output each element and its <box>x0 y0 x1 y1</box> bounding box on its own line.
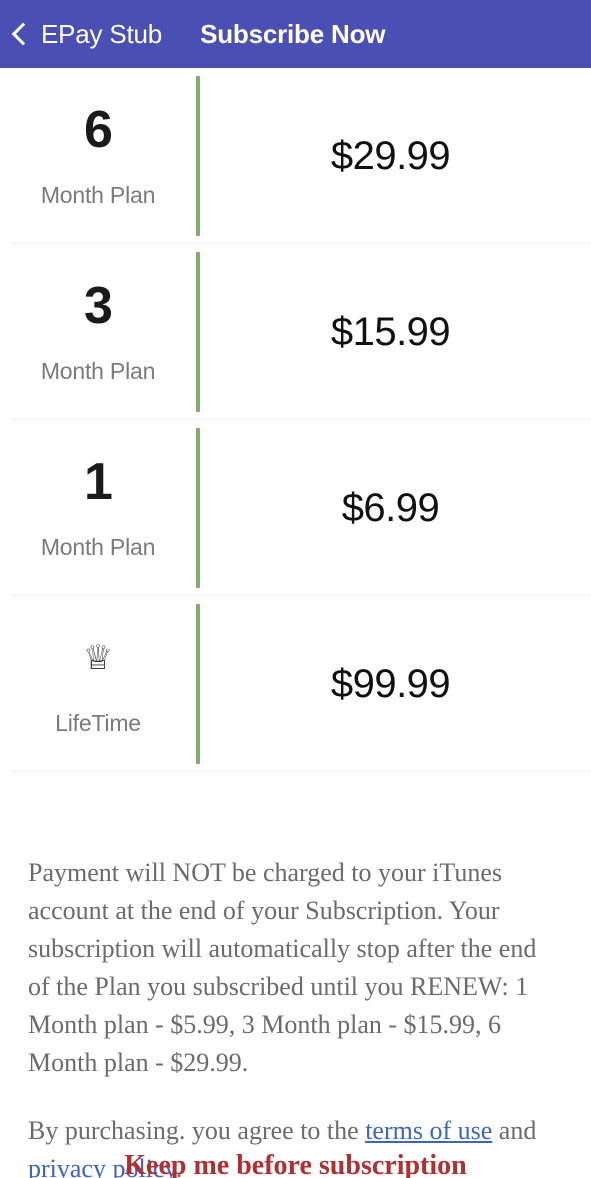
plan-unit: Month Plan <box>40 533 156 560</box>
chevron-left-icon <box>11 22 35 46</box>
page-title: Subscribe Now <box>200 18 386 49</box>
plan-label-group: 1 Month Plan <box>0 456 196 561</box>
plan-row[interactable]: 1 Month Plan $6.99 <box>0 420 591 596</box>
plan-unit: LifeTime <box>55 709 141 736</box>
plan-price: $6.99 <box>341 485 440 530</box>
consent-middle: and <box>492 1116 537 1145</box>
bottom-notice: Keep me before subscription <box>0 1154 591 1178</box>
plan-label-group: 3 Month Plan <box>0 280 196 385</box>
plan-price: $29.99 <box>330 133 451 178</box>
plan-price-group: $6.99 <box>200 486 591 531</box>
consent-prefix: By purchasing. you agree to the <box>28 1116 366 1145</box>
plan-unit: Month Plan <box>40 181 156 208</box>
plan-duration: 6 <box>84 100 113 159</box>
back-button[interactable]: EPay Stub <box>0 0 162 68</box>
legal-section: Payment will NOT be charged to your iTun… <box>0 822 591 1178</box>
plan-price-group: $15.99 <box>200 310 591 355</box>
subscribe-screen: EPay Stub Subscribe Now 6 Month Plan $29… <box>0 0 591 1178</box>
plan-list: 6 Month Plan $29.99 3 Month Plan $15.99 … <box>0 68 591 772</box>
app-header: EPay Stub Subscribe Now <box>0 0 591 68</box>
plan-unit: Month Plan <box>40 357 156 384</box>
plan-price: $99.99 <box>330 661 451 706</box>
plan-price-group: $29.99 <box>200 134 591 179</box>
plan-row[interactable]: 6 Month Plan $29.99 <box>0 68 591 244</box>
plan-row[interactable]: 3 Month Plan $15.99 <box>0 244 591 420</box>
plan-label-group: ♕ LifeTime <box>0 632 196 737</box>
payment-disclaimer: Payment will NOT be charged to your iTun… <box>28 858 537 1077</box>
crown-icon: ♕ <box>82 638 114 677</box>
plan-label-group: 6 Month Plan <box>0 104 196 209</box>
plan-row[interactable]: ♕ LifeTime $99.99 <box>0 596 591 772</box>
bottom-notice-text: Keep me before subscription <box>124 1154 467 1178</box>
terms-of-use-link[interactable]: terms of use <box>365 1116 492 1145</box>
plan-duration: 1 <box>84 452 113 511</box>
plan-price: $15.99 <box>330 309 451 354</box>
plan-duration: 3 <box>84 276 113 335</box>
row-separator <box>12 771 591 772</box>
back-button-label: EPay Stub <box>41 18 163 49</box>
plan-price-group: $99.99 <box>200 662 591 707</box>
